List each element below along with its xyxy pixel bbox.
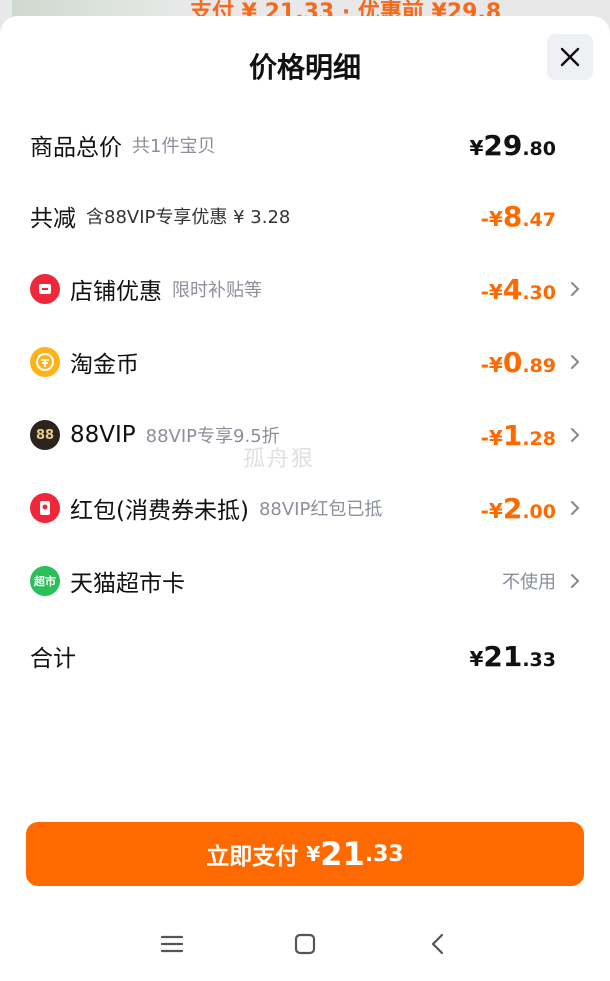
amount-decimal: .30 [522, 281, 556, 304]
chevron-right-icon [558, 354, 580, 370]
sheet-title: 价格明细 [248, 51, 361, 84]
row-label: 合计 [30, 646, 76, 672]
row-tmall-supermarket-card[interactable]: 超市 天猫超市卡 不使用 [30, 561, 580, 601]
amount-symbol: -¥ [480, 352, 503, 377]
home-nav-button[interactable] [283, 922, 327, 966]
amount-symbol: -¥ [480, 498, 503, 523]
row-label: 商品总价 [30, 135, 122, 161]
row-value: 不使用 [502, 572, 556, 593]
row-store-discount[interactable]: 店铺优惠 限时补贴等 -¥ 4 .30 [30, 269, 580, 309]
amount-integer: 29 [483, 128, 523, 162]
amount-integer: 8 [502, 199, 523, 233]
row-amount: ¥ 29 .80 [469, 129, 556, 162]
price-detail-sheet: 价格明细 商品总价 共1件宝贝 ¥ 29 .80 共减 含88VIP专享优惠 ¥… [0, 16, 610, 981]
row-taobao-coins[interactable]: 淘金币 -¥ 0 .89 [30, 342, 580, 382]
row-label: 红包(消费券未抵) [70, 498, 249, 524]
amount-decimal: .47 [522, 208, 556, 231]
pay-button-decimal: .33 [364, 841, 404, 867]
system-navigation-bar [0, 922, 610, 966]
amount-symbol: ¥ [469, 646, 484, 671]
chevron-right-icon [558, 573, 580, 589]
row-amount: -¥ 8 .47 [481, 200, 556, 233]
back-nav-button[interactable] [416, 922, 460, 966]
coin-icon [30, 347, 60, 377]
amount-integer: 2 [502, 491, 523, 525]
row-sub: 含88VIP专享优惠 ¥ 3.28 [86, 207, 291, 228]
menu-icon [160, 935, 184, 953]
amount-decimal: .00 [522, 500, 556, 523]
amount-integer: 0 [502, 345, 523, 379]
amount-symbol: -¥ [480, 279, 503, 304]
row-amount: -¥ 1 .28 [481, 419, 556, 452]
chevron-right-icon [558, 427, 580, 443]
amount-symbol: ¥ [469, 135, 484, 160]
amount-decimal: .80 [522, 137, 556, 160]
amount-symbol: -¥ [480, 206, 503, 231]
row-label: 天猫超市卡 [70, 571, 185, 597]
row-red-packet[interactable]: 红包(消费券未抵) 88VIP红包已抵 -¥ 2 .00 [30, 488, 580, 528]
row-amount: -¥ 2 .00 [481, 492, 556, 525]
row-amount: -¥ 4 .30 [481, 273, 556, 306]
pay-now-button[interactable]: 立即支付 ¥ 21 .33 [26, 822, 584, 886]
store-icon [30, 274, 60, 304]
row-label: 淘金币 [70, 352, 139, 378]
amount-integer: 21 [483, 639, 523, 673]
supermarket-icon: 超市 [30, 566, 60, 596]
pay-button-integer: 21 [320, 835, 365, 873]
pay-button-symbol: ¥ [306, 842, 321, 866]
row-amount: ¥ 21 .33 [469, 640, 556, 673]
amount-decimal: .89 [522, 354, 556, 377]
amount-decimal: .33 [522, 648, 556, 671]
amount-decimal: .28 [522, 427, 556, 450]
vip88-icon: 88 [30, 420, 60, 450]
watermark: 孤舟狠 [243, 447, 316, 472]
red-packet-icon [30, 493, 60, 523]
row-grand-total: 合计 ¥ 21 .33 [30, 636, 580, 676]
chevron-right-icon [558, 500, 580, 516]
row-total-discount: 共减 含88VIP专享优惠 ¥ 3.28 -¥ 8 .47 [30, 196, 580, 236]
menu-nav-button[interactable] [150, 922, 194, 966]
row-label: 共减 [30, 206, 76, 232]
row-label: 店铺优惠 [70, 279, 162, 305]
row-sub: 限时补贴等 [172, 280, 262, 301]
row-amount: -¥ 0 .89 [481, 346, 556, 379]
row-goods-total: 商品总价 共1件宝贝 ¥ 29 .80 [30, 125, 580, 165]
pay-button-label: 立即支付 [206, 844, 299, 870]
chevron-right-icon [558, 281, 580, 297]
home-square-icon [294, 933, 316, 955]
close-icon [560, 47, 580, 67]
amount-symbol: -¥ [480, 425, 503, 450]
row-label: 88VIP [70, 422, 136, 448]
close-button[interactable] [547, 34, 593, 80]
amount-integer: 4 [502, 272, 523, 306]
back-icon [431, 933, 444, 955]
row-sub: 共1件宝贝 [132, 136, 216, 157]
row-sub: 88VIP红包已抵 [258, 499, 383, 520]
amount-integer: 1 [502, 418, 523, 452]
